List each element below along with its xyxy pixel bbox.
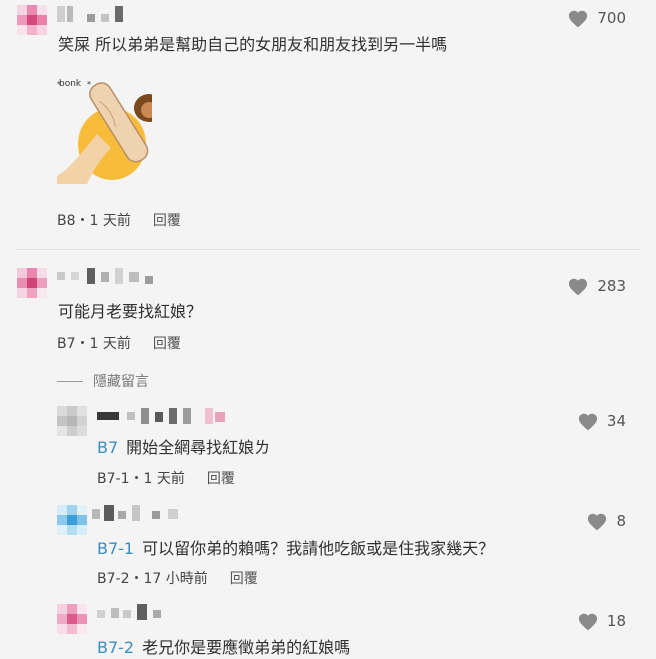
floor-and-time: B7-2・17 小時前	[97, 571, 208, 587]
toggle-line	[57, 380, 83, 382]
floor-reference-link[interactable]: B7	[97, 438, 118, 457]
heart-icon	[578, 413, 597, 431]
avatar[interactable]	[17, 5, 47, 35]
username-blurred[interactable]	[57, 6, 127, 22]
floor-and-time: B8・1 天前	[57, 213, 131, 229]
reply-button[interactable]: 回覆	[230, 571, 258, 587]
avatar[interactable]	[57, 505, 87, 535]
reply-body: 老兄你是要應徵弟弟的紅娘嗎	[142, 638, 351, 657]
reply-button[interactable]: 回覆	[207, 471, 235, 487]
heart-icon	[578, 613, 597, 631]
like-count: 18	[606, 612, 626, 630]
reply-button[interactable]: 回覆	[153, 213, 181, 229]
like-count: 700	[597, 9, 626, 27]
floor-and-time: B7-1・1 天前	[97, 471, 185, 487]
like-count: 283	[597, 277, 626, 295]
svg-text:*: *	[87, 80, 91, 89]
avatar[interactable]	[57, 406, 87, 436]
username-blurred[interactable]	[97, 408, 237, 424]
like-button[interactable]: 18	[577, 611, 626, 631]
like-button[interactable]: 700	[567, 8, 626, 28]
username-blurred[interactable]	[57, 268, 157, 284]
username-blurred[interactable]	[97, 604, 177, 620]
reply-text: B7-2 老兄你是要應徵弟弟的紅娘嗎	[97, 638, 350, 658]
comment-text: 可能月老要找紅娘？	[58, 302, 203, 321]
reply-text: B7-1 可以留你弟的賴嗎？我請他吃飯或是住我家幾天？	[97, 539, 494, 559]
comment-meta: B7・1 天前 回覆	[57, 335, 181, 353]
svg-text:*: *	[57, 80, 61, 89]
reply-meta: B7-1・1 天前 回覆	[97, 470, 235, 488]
hide-replies-label: 隱藏留言	[93, 374, 149, 390]
comment-text: 笑屎 所以弟弟是幫助自己的女朋友和朋友找到另一半嗎	[58, 35, 448, 54]
like-button[interactable]: 34	[577, 411, 626, 431]
avatar[interactable]	[57, 604, 87, 634]
reply-body: 開始全網尋找紅娘ㄌ	[126, 438, 271, 457]
reply-body: 可以留你弟的賴嗎？我請他吃飯或是住我家幾天？	[142, 539, 495, 558]
sticker-text: bonk	[59, 79, 82, 89]
like-button[interactable]: 8	[586, 511, 626, 531]
floor-reference-link[interactable]: B7-1	[97, 539, 134, 558]
hide-replies-toggle[interactable]: 隱藏留言	[57, 371, 149, 391]
like-button[interactable]: 283	[567, 276, 626, 296]
reply-text: B7 開始全網尋找紅娘ㄌ	[97, 438, 270, 458]
like-count: 8	[616, 512, 626, 530]
heart-icon	[588, 513, 607, 531]
floor-reference-link[interactable]: B7-2	[97, 638, 134, 657]
like-count: 34	[606, 412, 626, 430]
bonk-sticker-image: bonk * *	[57, 74, 164, 184]
reply-meta: B7-2・17 小時前 回覆	[97, 570, 258, 588]
heart-icon	[569, 10, 588, 28]
divider	[17, 249, 639, 250]
username-blurred[interactable]	[92, 505, 202, 521]
avatar[interactable]	[17, 268, 47, 298]
heart-icon	[569, 278, 588, 296]
comment-meta: B8・1 天前 回覆	[57, 212, 181, 230]
floor-and-time: B7・1 天前	[57, 336, 131, 352]
reply-button[interactable]: 回覆	[153, 336, 181, 352]
